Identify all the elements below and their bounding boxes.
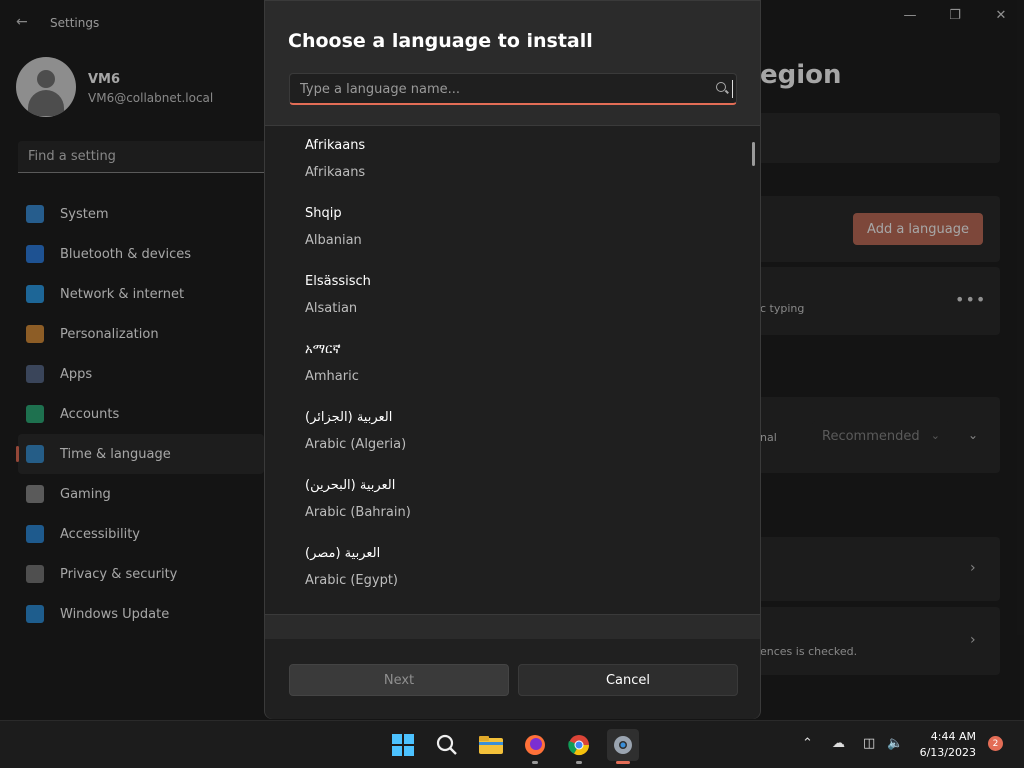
language-native-name: አማርኛ: [305, 342, 341, 357]
file-explorer-button[interactable]: [475, 729, 507, 761]
clock-time: 4:44 AM: [930, 730, 976, 743]
taskbar-clock[interactable]: 4:44 AM 6/13/2023: [918, 729, 976, 761]
settings-window: ← Settings — ❐ ✕ VM6 VM6@collabnet.local…: [0, 0, 1024, 720]
windows-logo-icon: [392, 734, 414, 756]
list-item[interactable]: العربية (مصر) Arabic (Egypt): [265, 534, 760, 602]
dialog-title: Choose a language to install: [288, 30, 593, 52]
dialog-footer: Next Cancel: [265, 639, 760, 719]
language-native-name: Afrikaans: [305, 138, 366, 153]
choose-language-dialog: Choose a language to install Afrikaans A…: [264, 0, 761, 719]
chrome-icon: [568, 735, 590, 756]
list-item[interactable]: العربية (الجزائر) Arabic (Algeria): [265, 398, 760, 466]
language-english-name: Afrikaans: [305, 165, 366, 180]
cancel-button[interactable]: Cancel: [518, 664, 738, 696]
onedrive-icon[interactable]: ☁: [832, 736, 845, 751]
search-button[interactable]: [431, 729, 463, 761]
text-cursor-icon: [732, 80, 740, 98]
list-item[interactable]: አማርኛ Amharic: [265, 330, 760, 398]
chrome-button[interactable]: [563, 729, 595, 764]
language-native-name: العربية (الجزائر): [305, 410, 393, 425]
language-search-box: [289, 73, 737, 105]
settings-taskbar-button[interactable]: [607, 729, 639, 764]
language-list: Afrikaans Afrikaans Shqip Albanian Elsäs…: [265, 125, 760, 615]
language-native-name: العربية (البحرين): [305, 478, 396, 493]
next-button[interactable]: Next: [289, 664, 509, 696]
clock-date: 6/13/2023: [919, 746, 976, 759]
language-english-name: Alsatian: [305, 301, 358, 316]
language-native-name: العربية (مصر): [305, 546, 381, 561]
language-english-name: Arabic (Bahrain): [305, 505, 411, 520]
language-native-name: Shqip: [305, 206, 342, 221]
firefox-icon: [525, 735, 545, 755]
network-icon[interactable]: ◫: [863, 736, 875, 751]
list-item[interactable]: Shqip Albanian: [265, 194, 760, 262]
chevron-up-icon[interactable]: ⌃: [802, 736, 813, 751]
running-indicator: [532, 761, 538, 764]
list-item[interactable]: العربية (البحرين) Arabic (Bahrain): [265, 466, 760, 534]
language-search-input[interactable]: [300, 80, 700, 98]
running-indicator: [576, 761, 582, 764]
start-button[interactable]: [387, 729, 419, 761]
language-english-name: Arabic (Egypt): [305, 573, 398, 588]
search-icon: [716, 82, 726, 92]
list-item[interactable]: Afrikaans Afrikaans: [265, 126, 760, 194]
gear-icon: [614, 736, 632, 754]
taskbar: ⌃ ☁ ◫ 🔈 4:44 AM 6/13/2023: [0, 720, 1024, 768]
language-english-name: Albanian: [305, 233, 362, 248]
list-scrollbar[interactable]: [752, 142, 755, 166]
speaker-icon[interactable]: 🔈: [887, 736, 903, 751]
language-english-name: Arabic (Algeria): [305, 437, 407, 452]
search-icon: [436, 734, 457, 755]
notification-badge[interactable]: 2: [988, 736, 1003, 751]
list-item[interactable]: Elsässisch Alsatian: [265, 262, 760, 330]
firefox-button[interactable]: [519, 729, 551, 764]
language-native-name: Elsässisch: [305, 274, 371, 289]
language-english-name: Amharic: [305, 369, 359, 384]
running-indicator: [616, 761, 630, 764]
folder-icon: [479, 736, 503, 754]
